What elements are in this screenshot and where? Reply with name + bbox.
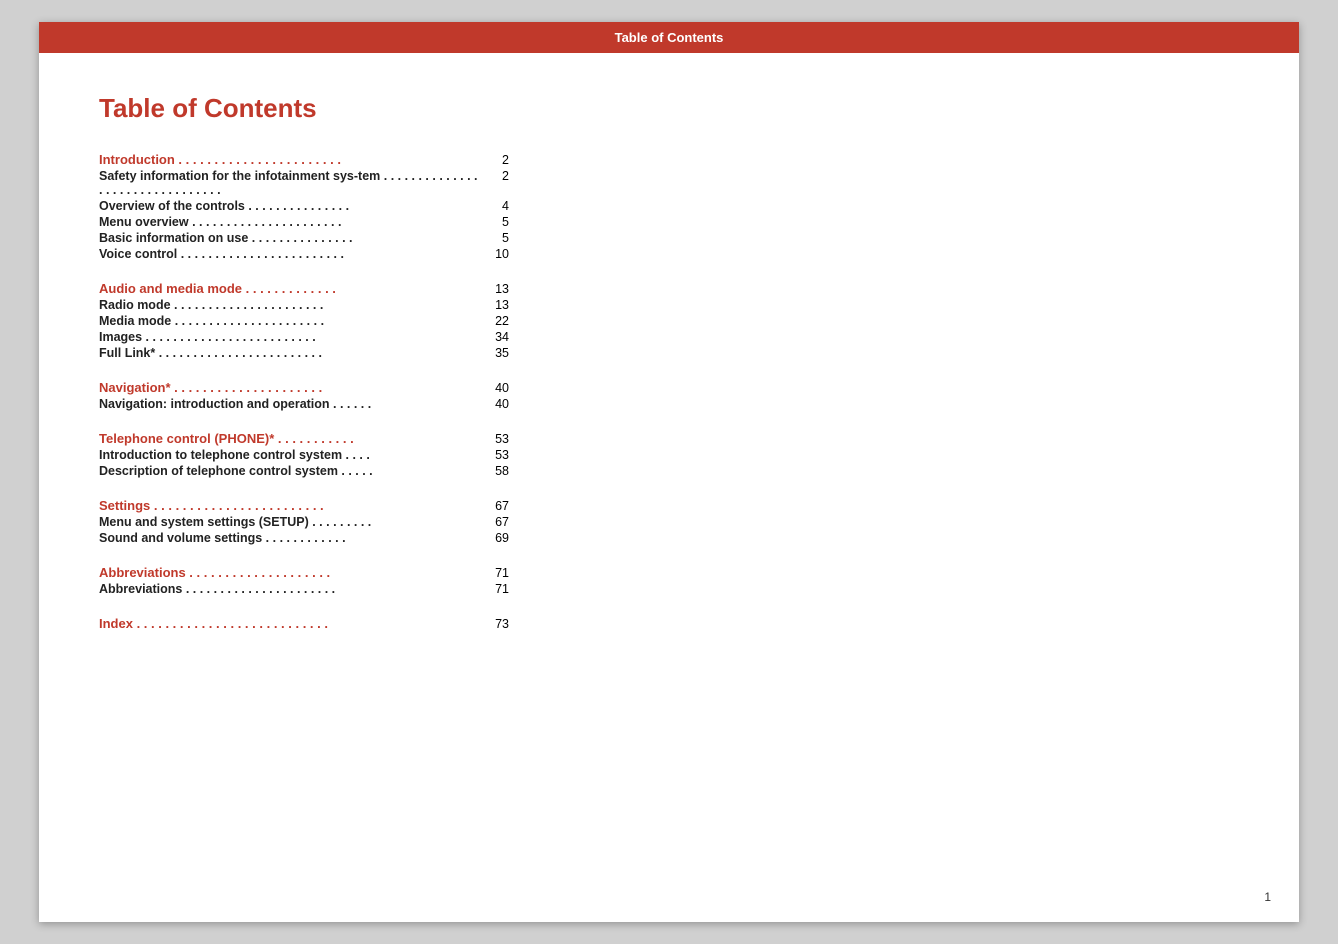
toc-item-row-1-1: Media mode . . . . . . . . . . . . . . .…	[99, 314, 509, 328]
header-title: Table of Contents	[615, 30, 724, 45]
page-number: 1	[1264, 890, 1271, 904]
toc-item-row-3-1: Description of telephone control system …	[99, 464, 509, 478]
toc-heading-label-3: Telephone control (PHONE)* . . . . . . .…	[99, 431, 479, 446]
toc-item-page-0-0: 2	[479, 169, 509, 183]
toc-item-page-0-1: 4	[479, 199, 509, 213]
toc-heading-label-6: Index . . . . . . . . . . . . . . . . . …	[99, 616, 479, 631]
toc-item-row-0-0: Safety information for the infotainment …	[99, 169, 509, 197]
toc-item-page-4-0: 67	[479, 515, 509, 529]
toc-section-3: Telephone control (PHONE)* . . . . . . .…	[99, 431, 509, 478]
toc-item-row-0-1: Overview of the controls . . . . . . . .…	[99, 199, 509, 213]
toc-item-page-2-0: 40	[479, 397, 509, 411]
toc-item-row-5-0: Abbreviations . . . . . . . . . . . . . …	[99, 582, 509, 596]
toc-heading-row-1: Audio and media mode . . . . . . . . . .…	[99, 281, 509, 296]
toc-section-6: Index . . . . . . . . . . . . . . . . . …	[99, 616, 509, 631]
toc-item-label-0-1: Overview of the controls . . . . . . . .…	[99, 199, 479, 213]
toc-item-label-0-4: Voice control . . . . . . . . . . . . . …	[99, 247, 479, 261]
toc-item-label-4-0: Menu and system settings (SETUP) . . . .…	[99, 515, 479, 529]
toc-heading-row-6: Index . . . . . . . . . . . . . . . . . …	[99, 616, 509, 631]
toc-item-page-3-0: 53	[479, 448, 509, 462]
toc-item-label-2-0: Navigation: introduction and operation .…	[99, 397, 479, 411]
toc-heading-label-1: Audio and media mode . . . . . . . . . .…	[99, 281, 479, 296]
toc-item-row-4-0: Menu and system settings (SETUP) . . . .…	[99, 515, 509, 529]
toc-item-page-5-0: 71	[479, 582, 509, 596]
toc-item-page-1-3: 35	[479, 346, 509, 360]
toc-item-label-1-0: Radio mode . . . . . . . . . . . . . . .…	[99, 298, 479, 312]
toc-item-page-0-2: 5	[479, 215, 509, 229]
toc-section-2: Navigation* . . . . . . . . . . . . . . …	[99, 380, 509, 411]
toc-heading-page-4: 67	[479, 499, 509, 513]
toc-section-4: Settings . . . . . . . . . . . . . . . .…	[99, 498, 509, 545]
toc-heading-page-5: 71	[479, 566, 509, 580]
toc-item-label-3-1: Description of telephone control system …	[99, 464, 479, 478]
toc-item-row-0-2: Menu overview . . . . . . . . . . . . . …	[99, 215, 509, 229]
toc-heading-label-5: Abbreviations . . . . . . . . . . . . . …	[99, 565, 479, 580]
toc-item-page-1-2: 34	[479, 330, 509, 344]
header-bar: Table of Contents	[39, 22, 1299, 53]
toc-item-row-0-3: Basic information on use . . . . . . . .…	[99, 231, 509, 245]
page: Table of Contents Table of Contents Intr…	[39, 22, 1299, 922]
toc-item-row-1-2: Images . . . . . . . . . . . . . . . . .…	[99, 330, 509, 344]
toc-heading-row-0: Introduction . . . . . . . . . . . . . .…	[99, 152, 509, 167]
toc-content: Table of Contents Introduction . . . . .…	[39, 53, 559, 701]
toc-item-label-4-1: Sound and volume settings . . . . . . . …	[99, 531, 479, 545]
toc-heading-label-0: Introduction . . . . . . . . . . . . . .…	[99, 152, 479, 167]
toc-item-page-1-1: 22	[479, 314, 509, 328]
toc-heading-page-2: 40	[479, 381, 509, 395]
toc-item-page-0-3: 5	[479, 231, 509, 245]
toc-heading-row-5: Abbreviations . . . . . . . . . . . . . …	[99, 565, 509, 580]
toc-item-page-3-1: 58	[479, 464, 509, 478]
toc-item-label-0-3: Basic information on use . . . . . . . .…	[99, 231, 479, 245]
toc-item-label-5-0: Abbreviations . . . . . . . . . . . . . …	[99, 582, 479, 596]
toc-section-0: Introduction . . . . . . . . . . . . . .…	[99, 152, 509, 261]
toc-heading-page-3: 53	[479, 432, 509, 446]
toc-item-row-0-4: Voice control . . . . . . . . . . . . . …	[99, 247, 509, 261]
toc-heading-page-0: 2	[479, 153, 509, 167]
toc-container: Introduction . . . . . . . . . . . . . .…	[99, 152, 509, 631]
toc-item-row-2-0: Navigation: introduction and operation .…	[99, 397, 509, 411]
toc-heading-page-6: 73	[479, 617, 509, 631]
toc-item-label-0-0: Safety information for the infotainment …	[99, 169, 479, 197]
toc-heading-page-1: 13	[479, 282, 509, 296]
page-title: Table of Contents	[99, 93, 509, 124]
toc-section-5: Abbreviations . . . . . . . . . . . . . …	[99, 565, 509, 596]
toc-item-page-0-4: 10	[479, 247, 509, 261]
toc-section-1: Audio and media mode . . . . . . . . . .…	[99, 281, 509, 360]
toc-item-label-3-0: Introduction to telephone control system…	[99, 448, 479, 462]
toc-item-row-1-0: Radio mode . . . . . . . . . . . . . . .…	[99, 298, 509, 312]
toc-item-label-1-3: Full Link* . . . . . . . . . . . . . . .…	[99, 346, 479, 360]
toc-heading-row-3: Telephone control (PHONE)* . . . . . . .…	[99, 431, 509, 446]
toc-item-row-1-3: Full Link* . . . . . . . . . . . . . . .…	[99, 346, 509, 360]
toc-heading-label-2: Navigation* . . . . . . . . . . . . . . …	[99, 380, 479, 395]
toc-item-page-4-1: 69	[479, 531, 509, 545]
toc-item-label-0-2: Menu overview . . . . . . . . . . . . . …	[99, 215, 479, 229]
toc-heading-row-4: Settings . . . . . . . . . . . . . . . .…	[99, 498, 509, 513]
toc-item-row-4-1: Sound and volume settings . . . . . . . …	[99, 531, 509, 545]
toc-heading-label-4: Settings . . . . . . . . . . . . . . . .…	[99, 498, 479, 513]
toc-item-page-1-0: 13	[479, 298, 509, 312]
toc-item-label-1-1: Media mode . . . . . . . . . . . . . . .…	[99, 314, 479, 328]
toc-item-label-1-2: Images . . . . . . . . . . . . . . . . .…	[99, 330, 479, 344]
toc-heading-row-2: Navigation* . . . . . . . . . . . . . . …	[99, 380, 509, 395]
toc-item-row-3-0: Introduction to telephone control system…	[99, 448, 509, 462]
